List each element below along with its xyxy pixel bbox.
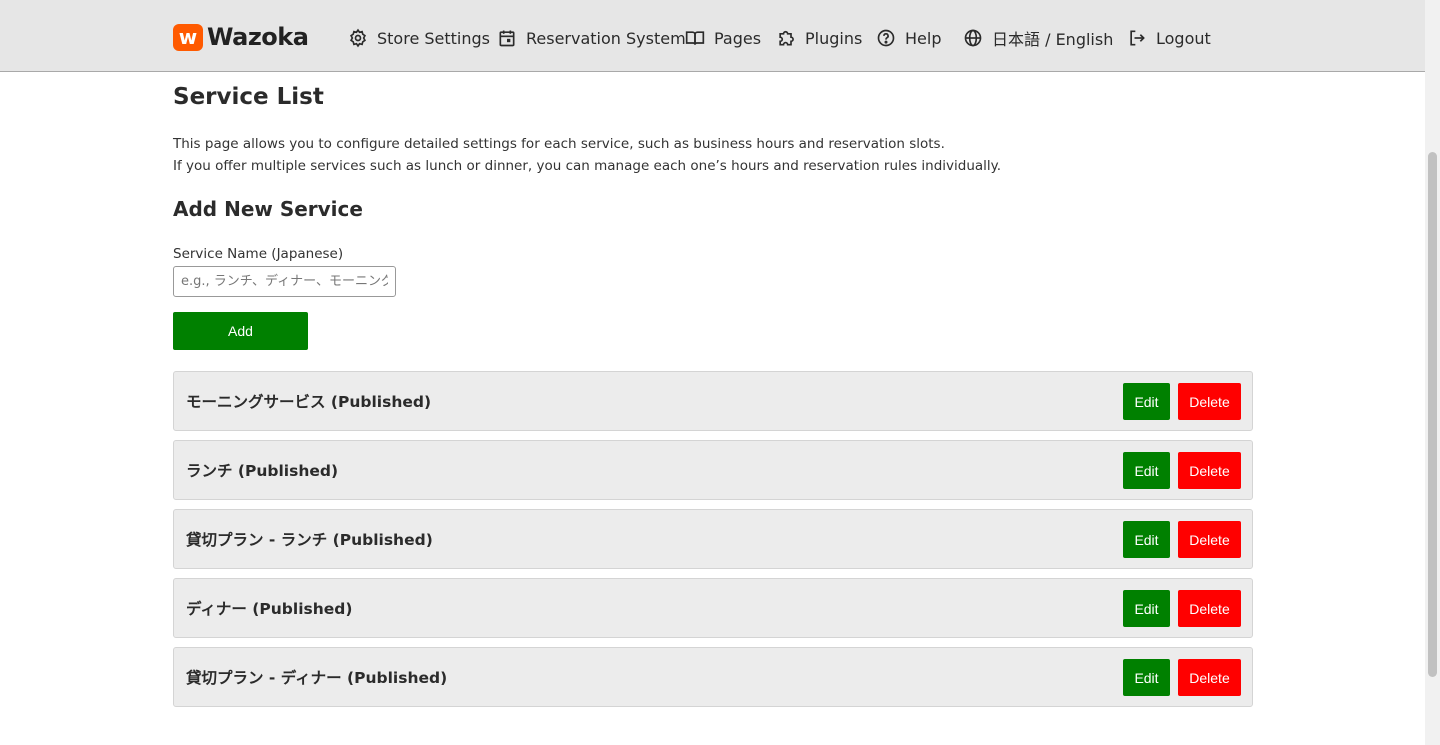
nav-label: Plugins: [805, 28, 863, 48]
edit-service-button[interactable]: Edit: [1123, 521, 1170, 558]
service-list: モーニングサービス (Published) Edit Delete ランチ (P…: [173, 371, 1253, 716]
delete-service-button[interactable]: Delete: [1178, 452, 1241, 489]
service-row: ディナー (Published) Edit Delete: [173, 578, 1253, 638]
book-icon: [685, 31, 705, 45]
delete-service-button[interactable]: Delete: [1178, 659, 1241, 696]
service-row: 貸切プラン - ランチ (Published) Edit Delete: [173, 509, 1253, 569]
nav-store-settings[interactable]: Store Settings: [348, 26, 490, 50]
add-service-heading: Add New Service: [173, 197, 363, 221]
nav-plugins[interactable]: Plugins: [776, 26, 862, 50]
service-name-input[interactable]: [173, 266, 396, 297]
service-row: ランチ (Published) Edit Delete: [173, 440, 1253, 500]
delete-service-button[interactable]: Delete: [1178, 383, 1241, 420]
delete-service-button[interactable]: Delete: [1178, 521, 1241, 558]
gear-icon: [349, 28, 367, 48]
wazoka-logo[interactable]: w Wazoka: [173, 23, 309, 51]
logo-text: Wazoka: [207, 23, 309, 51]
nav-label: Help: [905, 28, 942, 48]
nav-label: Logout: [1156, 28, 1211, 48]
nav-language-toggle[interactable]: 日本語 / English: [963, 26, 1113, 50]
service-name: ランチ (Published): [186, 462, 339, 480]
edit-service-button[interactable]: Edit: [1123, 590, 1170, 627]
globe-icon: [964, 29, 982, 47]
nav-label: 日本語 / English: [992, 30, 1114, 49]
edit-service-button[interactable]: Edit: [1123, 452, 1170, 489]
page-title: Service List: [173, 84, 324, 110]
service-name-label: Service Name (Japanese): [173, 246, 344, 262]
logout-icon: [1130, 30, 1145, 46]
edit-service-button[interactable]: Edit: [1123, 383, 1170, 420]
nav-label: Store Settings: [377, 28, 490, 48]
nav-reservation-system[interactable]: Reservation System: [497, 26, 686, 50]
service-name: モーニングサービス (Published): [186, 393, 432, 411]
nav-pages[interactable]: Pages: [685, 26, 761, 50]
service-row: 貸切プラン - ディナー (Published) Edit Delete: [173, 647, 1253, 707]
description-line: If you offer multiple services such as l…: [173, 158, 1002, 174]
service-name: 貸切プラン - ランチ (Published): [186, 531, 433, 549]
service-name: ディナー (Published): [186, 600, 353, 618]
calendar-icon: [499, 30, 515, 47]
top-navigation-bar: w Wazoka Store Settings Reservation Syst…: [0, 0, 1425, 72]
nav-label: Pages: [714, 28, 762, 48]
page-description: This page allows you to configure detail…: [173, 133, 1001, 177]
service-name: 貸切プラン - ディナー (Published): [186, 669, 448, 687]
scrollbar-thumb[interactable]: [1428, 152, 1437, 677]
nav-logout[interactable]: Logout: [1127, 26, 1211, 50]
delete-service-button[interactable]: Delete: [1178, 590, 1241, 627]
service-row: モーニングサービス (Published) Edit Delete: [173, 371, 1253, 431]
nav-help[interactable]: Help: [876, 26, 941, 50]
description-line: This page allows you to configure detail…: [173, 136, 945, 152]
page-scrollbar[interactable]: [1425, 0, 1440, 745]
add-service-button[interactable]: Add: [173, 312, 308, 350]
edit-service-button[interactable]: Edit: [1123, 659, 1170, 696]
puzzle-icon: [779, 30, 794, 46]
nav-label: Reservation System: [526, 28, 686, 48]
help-icon: [877, 29, 895, 47]
logo-mark: w: [173, 23, 203, 51]
